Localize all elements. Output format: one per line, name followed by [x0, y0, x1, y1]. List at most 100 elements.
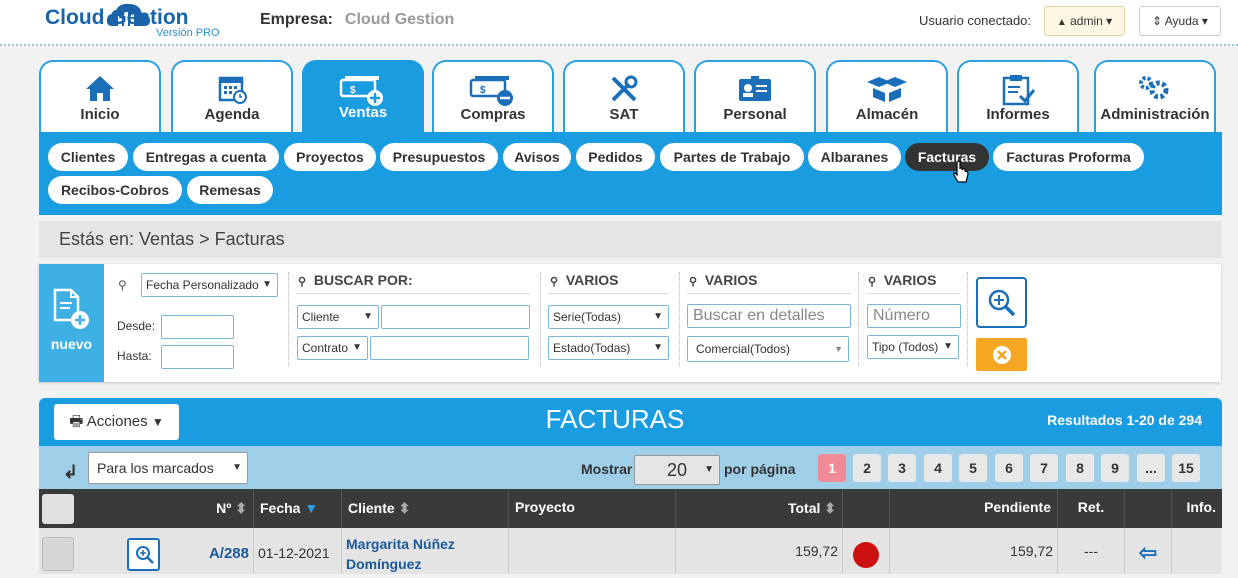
search-icon: ⚲: [550, 276, 559, 288]
page-6[interactable]: 6: [995, 454, 1023, 482]
subnav-remesas[interactable]: Remesas: [187, 176, 273, 204]
estado-select[interactable]: Estado(Todas) ▼: [548, 336, 669, 360]
subnav-avisos[interactable]: Avisos: [503, 143, 571, 171]
arrow-left-icon[interactable]: ⇦: [1125, 528, 1172, 574]
usuario-label: Usuario conectado:: [919, 13, 1032, 28]
search-icon: ⚲: [298, 276, 307, 288]
cliente-search-input[interactable]: [381, 305, 530, 329]
subnav-partes-de-trabajo[interactable]: Partes de Trabajo: [660, 143, 804, 171]
contrato-search-input[interactable]: [370, 336, 529, 360]
subnav-facturas-proforma[interactable]: Facturas Proforma: [993, 143, 1144, 171]
serie-select[interactable]: Serie(Todas) ▼: [548, 305, 669, 329]
column-action: [1125, 489, 1172, 528]
tab-almacen[interactable]: Almacén: [826, 60, 948, 132]
page-8[interactable]: 8: [1066, 454, 1094, 482]
subnav-facturas[interactable]: Facturas: [905, 143, 989, 171]
tab-compras[interactable]: $ Compras: [432, 60, 554, 132]
cell-pendiente: 159,72: [890, 528, 1058, 574]
bulk-action-select[interactable]: Para los marcados ▼: [88, 452, 248, 484]
tab-administracion[interactable]: Administración: [1094, 60, 1216, 132]
page-9[interactable]: 9: [1101, 454, 1129, 482]
page-5[interactable]: 5: [959, 454, 987, 482]
per-page-select[interactable]: 20 ▼: [634, 455, 720, 485]
subnav-proyectos[interactable]: Proyectos: [284, 143, 376, 171]
tab-personal[interactable]: Personal: [694, 60, 816, 132]
admin-dropdown-button[interactable]: ▲ admin ▾: [1044, 6, 1125, 36]
subnav-entregas-a-cuenta[interactable]: Entregas a cuenta: [133, 143, 279, 171]
subnav-clientes[interactable]: Clientes: [48, 143, 128, 171]
filter-divider: [679, 272, 680, 366]
desde-label: Desde:: [117, 319, 156, 333]
status-dot: [853, 542, 879, 568]
contrato-select[interactable]: Contrato ▼: [297, 336, 368, 360]
zoom-in-icon: [136, 546, 154, 564]
empresa-value: Cloud Gestion: [344, 11, 455, 28]
subnav-presupuestos[interactable]: Presupuestos: [380, 143, 498, 171]
tab-inicio[interactable]: Inicio: [39, 60, 161, 132]
cell-status: [843, 528, 890, 574]
invoice-number-link[interactable]: A/288: [209, 545, 249, 562]
cell-total: 159,72: [676, 528, 843, 574]
mouse-cursor-icon: [953, 160, 969, 183]
calendar-icon: [173, 62, 291, 104]
column-status: [843, 489, 890, 528]
subnav-recibos-cobros[interactable]: Recibos-Cobros: [48, 176, 182, 204]
boxes-icon: [828, 62, 946, 102]
money-minus-icon: $: [434, 62, 552, 106]
breadcrumb: Estás en: Ventas > Facturas: [39, 221, 1222, 258]
close-circle-icon: [993, 346, 1011, 364]
subnav-albaranes[interactable]: Albaranes: [808, 143, 901, 171]
date-filter-select[interactable]: Fecha Personalizado ▼: [141, 273, 278, 297]
cell-cliente[interactable]: Margarita Núñez Domínguez: [342, 528, 509, 574]
chevron-down-icon: ▼: [834, 344, 843, 354]
chevron-down-icon: ▼: [352, 342, 362, 353]
row-checkbox[interactable]: [42, 537, 74, 571]
comercial-select[interactable]: Comercial(Todos) ▼: [687, 336, 849, 362]
subnav-pedidos[interactable]: Pedidos: [576, 143, 655, 171]
select-all-checkbox[interactable]: [42, 494, 74, 524]
clear-filters-button[interactable]: [976, 338, 1027, 371]
numero-input[interactable]: Número: [867, 304, 961, 328]
page-3[interactable]: 3: [888, 454, 916, 482]
chevron-down-icon: ▼: [232, 462, 242, 473]
buscar-por-heading: ⚲ BUSCAR POR:: [298, 272, 413, 288]
sort-icon: ⬍: [398, 500, 411, 516]
ayuda-dropdown-button[interactable]: ⇕ Ayuda ▾: [1139, 6, 1221, 36]
column-cliente[interactable]: Cliente ⬍: [342, 489, 509, 528]
page-1[interactable]: 1: [818, 454, 846, 482]
tipo-select[interactable]: Tipo (Todos) ▼: [867, 335, 959, 359]
column-total[interactable]: Total ⬍: [676, 489, 843, 528]
page-7[interactable]: 7: [1030, 454, 1058, 482]
brand-version: Versión PRO: [156, 27, 220, 39]
caret-down-icon: ▾: [1201, 14, 1208, 28]
search-button[interactable]: [976, 277, 1027, 328]
sort-icon: ⬍: [235, 500, 247, 516]
nuevo-button[interactable]: nuevo: [39, 264, 104, 382]
page-ellipsis: ...: [1137, 454, 1165, 482]
page-15[interactable]: 15: [1172, 454, 1200, 482]
column-num[interactable]: Nº ⬍: [88, 489, 254, 528]
cliente-select[interactable]: Cliente ▼: [297, 305, 379, 329]
detalles-search-input[interactable]: Buscar en detalles: [687, 304, 851, 328]
tools-icon: [565, 62, 683, 102]
hasta-input[interactable]: [161, 345, 234, 369]
chevron-down-icon: ▼: [151, 415, 164, 429]
column-ret: Ret.: [1058, 489, 1125, 528]
chevron-down-icon: ▼: [704, 464, 714, 475]
page-2[interactable]: 2: [853, 454, 881, 482]
page-4[interactable]: 4: [924, 454, 952, 482]
view-invoice-button[interactable]: [127, 538, 160, 571]
tab-agenda[interactable]: Agenda: [171, 60, 293, 132]
tab-informes[interactable]: Informes: [957, 60, 1079, 132]
zoom-in-icon: [988, 289, 1016, 317]
desde-input[interactable]: [161, 315, 234, 339]
cell-num: A/288: [88, 528, 254, 574]
chevron-down-icon: ▼: [262, 279, 272, 290]
help-icon: ⇕: [1152, 14, 1163, 28]
empresa-info: Empresa: Cloud Gestion: [260, 11, 455, 28]
tab-ventas[interactable]: $ Ventas: [302, 60, 424, 133]
acciones-button[interactable]: 🖶 Acciones ▼: [54, 404, 179, 440]
varios-heading-3: ⚲ VARIOS: [868, 272, 937, 288]
tab-sat[interactable]: SAT: [563, 60, 685, 132]
column-fecha[interactable]: Fecha ▼: [254, 489, 342, 528]
